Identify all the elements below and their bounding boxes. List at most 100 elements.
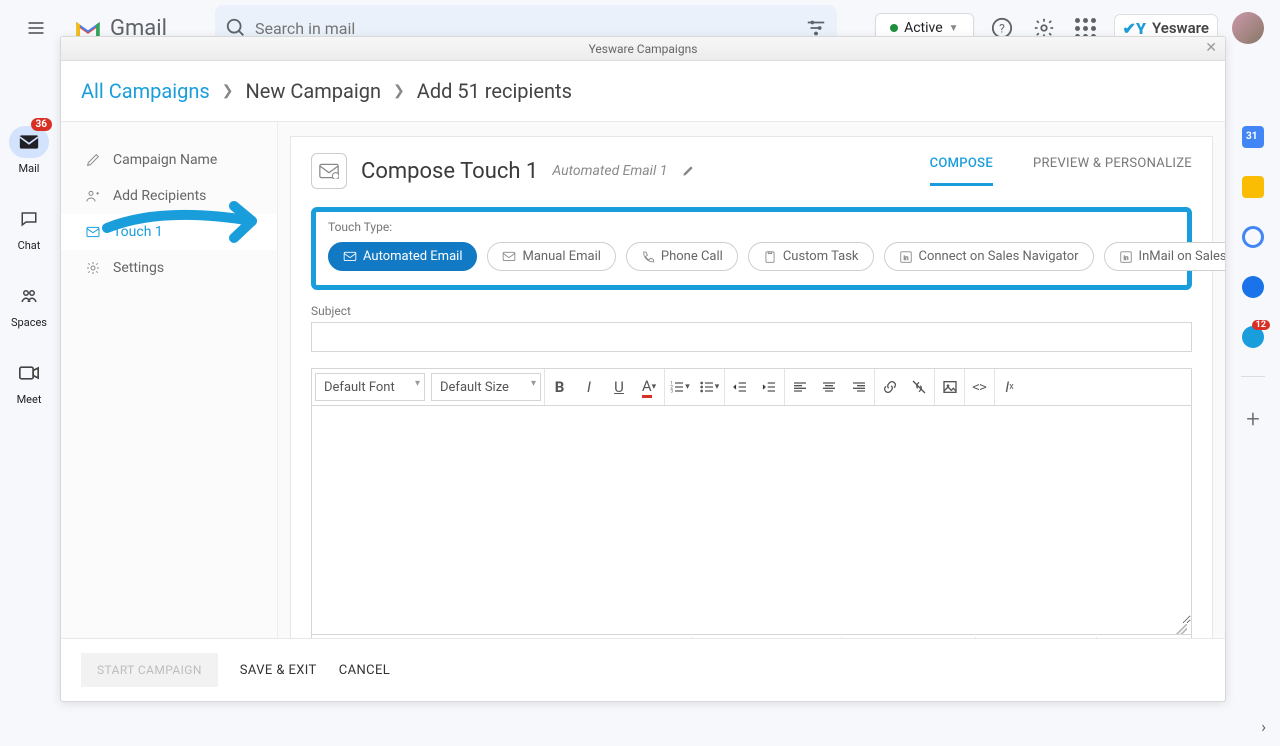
- align-left-button[interactable]: [784, 369, 814, 405]
- rich-text-editor: Default Font Default Size B I U A▾ 123▾ …: [311, 368, 1192, 638]
- sidebar-add-recipients[interactable]: Add Recipients: [61, 178, 277, 214]
- link-icon: [882, 379, 898, 395]
- text-color-button[interactable]: A▾: [634, 369, 664, 405]
- gmail-left-rail: 36 Mail Chat Spaces Meet: [0, 56, 58, 434]
- chip-automated-email[interactable]: Automated Email: [328, 242, 477, 271]
- sidebar-item-label: Add Recipients: [113, 188, 206, 204]
- breadcrumb: All Campaigns ❯ New Campaign ❯ Add 51 re…: [61, 61, 1225, 122]
- rail-chat-label: Chat: [18, 239, 41, 252]
- editor-body[interactable]: [312, 406, 1191, 624]
- chip-label: Manual Email: [522, 249, 600, 264]
- modal-footer: START CAMPAIGN SAVE & EXIT CANCEL: [61, 638, 1225, 701]
- chevron-right-icon: ❯: [393, 83, 405, 99]
- linkedin-icon: in: [1119, 250, 1133, 264]
- modal-title: Yesware Campaigns: [589, 42, 698, 56]
- italic-button[interactable]: I: [574, 369, 604, 405]
- hamburger-icon: [26, 18, 46, 38]
- keep-addon[interactable]: [1242, 176, 1264, 198]
- sidebar-touch-1[interactable]: Touch 1: [61, 214, 277, 250]
- font-family-select[interactable]: Default Font: [315, 373, 425, 401]
- chip-label: Phone Call: [661, 249, 723, 264]
- touch-type-label: Touch Type:: [328, 220, 1175, 234]
- tab-preview[interactable]: PREVIEW & PERSONALIZE: [1033, 156, 1192, 186]
- sidebar-item-label: Settings: [113, 260, 164, 276]
- account-avatar[interactable]: [1232, 12, 1264, 44]
- link-button[interactable]: [874, 369, 904, 405]
- image-button[interactable]: [934, 369, 964, 405]
- chip-label: Custom Task: [783, 249, 859, 264]
- rail-chat[interactable]: Chat: [0, 203, 58, 252]
- svg-text:?: ?: [999, 22, 1005, 36]
- contacts-addon[interactable]: [1242, 276, 1264, 298]
- align-right-icon: [851, 379, 867, 395]
- outdent-button[interactable]: [724, 369, 754, 405]
- yesware-campaigns-window: Yesware Campaigns ✕ All Campaigns ❯ New …: [60, 36, 1226, 702]
- tab-compose[interactable]: COMPOSE: [930, 156, 993, 186]
- chip-phone-call[interactable]: Phone Call: [626, 242, 738, 271]
- code-view-button[interactable]: <>: [964, 369, 994, 405]
- pencil-icon: [85, 152, 101, 168]
- unordered-list-button[interactable]: ▾: [694, 369, 724, 405]
- get-addons-button[interactable]: +: [1246, 405, 1260, 433]
- svg-text:3: 3: [671, 388, 674, 394]
- indent-button[interactable]: [754, 369, 784, 405]
- touch-type-chips: Automated Email Manual Email Phone Call: [328, 242, 1175, 271]
- mail-icon: [19, 134, 39, 150]
- calendar-addon[interactable]: [1242, 126, 1264, 148]
- google-side-panel: 12 +: [1226, 56, 1280, 433]
- editor-resize-handle[interactable]: [312, 624, 1191, 634]
- chip-custom-task[interactable]: Custom Task: [748, 242, 874, 271]
- sidebar-item-label: Campaign Name: [113, 152, 217, 168]
- hide-panel-chevron-icon[interactable]: ›: [1261, 717, 1266, 736]
- compose-heading: Compose Touch 1: [361, 159, 538, 184]
- mail-icon: [502, 250, 516, 264]
- chip-connect-navigator[interactable]: in Connect on Sales Navigator: [884, 242, 1094, 271]
- search-input[interactable]: [247, 19, 805, 38]
- yesware-addon[interactable]: 12: [1242, 326, 1264, 348]
- rail-spaces[interactable]: Spaces: [0, 280, 58, 329]
- align-left-icon: [792, 379, 808, 395]
- main-menu-button[interactable]: [16, 8, 56, 48]
- bullet-list-icon: [699, 379, 715, 395]
- phone-icon: [641, 250, 655, 264]
- sidebar-item-label: Touch 1: [113, 224, 163, 240]
- font-size-select[interactable]: Default Size: [431, 373, 541, 401]
- rail-meet[interactable]: Meet: [0, 357, 58, 406]
- gear-icon: [85, 260, 101, 276]
- yesware-addon-badge: 12: [1252, 320, 1270, 330]
- clear-format-button[interactable]: Ix: [994, 369, 1024, 405]
- sidebar-settings[interactable]: Settings: [61, 250, 277, 286]
- touch-icon: [311, 153, 347, 189]
- save-exit-button[interactable]: SAVE & EXIT: [240, 663, 317, 678]
- cancel-button[interactable]: CANCEL: [339, 663, 390, 678]
- sidebar-campaign-name[interactable]: Campaign Name: [61, 142, 277, 178]
- breadcrumb-all-campaigns[interactable]: All Campaigns: [81, 79, 210, 103]
- tasks-addon[interactable]: [1242, 226, 1264, 248]
- underline-button[interactable]: U: [604, 369, 634, 405]
- edit-name-icon[interactable]: [681, 164, 695, 178]
- subject-input[interactable]: [311, 322, 1192, 352]
- chip-label: InMail on Sales Navigator: [1139, 249, 1225, 264]
- chip-manual-email[interactable]: Manual Email: [487, 242, 615, 271]
- align-center-button[interactable]: [814, 369, 844, 405]
- indent-icon: [761, 379, 777, 395]
- ordered-list-button[interactable]: 123▾: [664, 369, 694, 405]
- editor-toolbar: Default Font Default Size B I U A▾ 123▾ …: [312, 369, 1191, 406]
- bold-button[interactable]: B: [544, 369, 574, 405]
- campaign-sidebar: Campaign Name Add Recipients Touch 1 Set…: [61, 122, 278, 638]
- rail-divider: [1241, 376, 1265, 377]
- yesware-brand-label: Yesware: [1152, 19, 1209, 37]
- content-area: Compose Touch 1 Automated Email 1 COMPOS…: [278, 122, 1225, 638]
- chevron-right-icon: ❯: [222, 83, 234, 99]
- align-center-icon: [821, 379, 837, 395]
- linkedin-icon: in: [899, 250, 913, 264]
- touch-type-highlight: Touch Type: Automated Email Manual Email: [311, 207, 1192, 290]
- start-campaign-button[interactable]: START CAMPAIGN: [81, 653, 218, 687]
- chip-inmail-navigator[interactable]: in InMail on Sales Navigator: [1104, 242, 1225, 271]
- spaces-icon: [18, 287, 40, 305]
- unlink-button[interactable]: [904, 369, 934, 405]
- compose-subtitle: Automated Email 1: [552, 163, 667, 179]
- rail-mail[interactable]: 36 Mail: [0, 126, 58, 175]
- align-right-button[interactable]: [844, 369, 874, 405]
- close-button[interactable]: ✕: [1205, 40, 1217, 56]
